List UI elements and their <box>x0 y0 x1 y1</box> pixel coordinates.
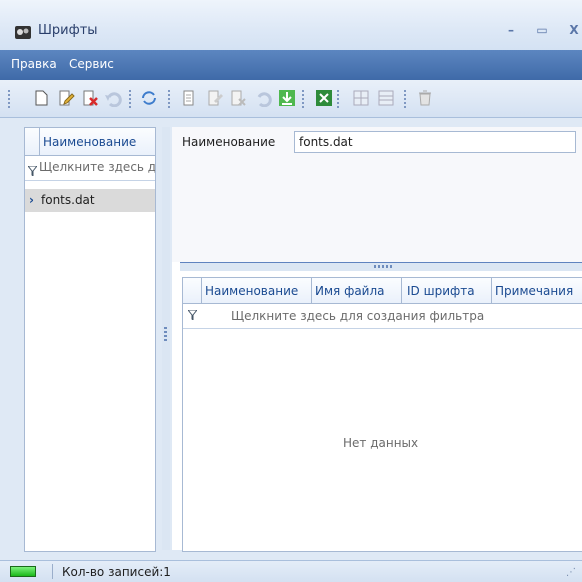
menu-service[interactable]: Сервис <box>69 57 114 71</box>
empty-message: Нет данных <box>343 436 419 450</box>
toolbar-separator <box>337 90 339 108</box>
toolbar <box>0 80 582 118</box>
trash-icon[interactable] <box>416 89 434 107</box>
insert-row-icon[interactable] <box>352 89 370 107</box>
column-divider <box>491 278 492 303</box>
doc-icon[interactable] <box>229 89 247 107</box>
list-item-label: fonts.dat <box>41 193 95 207</box>
edit-icon[interactable] <box>57 89 75 107</box>
excel-icon[interactable] <box>315 89 333 107</box>
vertical-splitter[interactable] <box>162 127 170 550</box>
toolbar-separator <box>129 90 131 108</box>
filter-placeholder: Щелкните здесь для создания фильтра <box>39 160 155 174</box>
column-divider <box>311 278 312 303</box>
splitter-grip-icon <box>374 265 394 268</box>
edit-doc-icon[interactable] <box>206 89 224 107</box>
filter-icon <box>188 310 197 320</box>
download-icon[interactable] <box>278 89 296 107</box>
record-count: Кол-во записей:1 <box>62 565 171 579</box>
grid-header: Наименование Имя файла ID шрифта Примеча… <box>183 278 582 304</box>
column-divider <box>401 278 402 303</box>
filter-placeholder: Щелкните здесь для создания фильтра <box>231 309 485 323</box>
row-selector-header <box>183 278 202 303</box>
status-led-icon <box>10 566 36 577</box>
column-header-name[interactable]: Наименование <box>205 284 309 298</box>
name-input[interactable]: fonts.dat <box>294 131 576 153</box>
close-button[interactable]: X <box>564 20 582 40</box>
filter-row[interactable]: Щелкните здесь для создания фильтра <box>25 156 155 181</box>
row-selector-header <box>25 128 40 155</box>
left-list-pane: Наименование Щелкните здесь для создания… <box>24 127 156 552</box>
title-bar: Шрифты – ▭ X <box>0 0 582 50</box>
refresh-icon[interactable] <box>140 89 158 107</box>
app-window: Шрифты – ▭ X Правка Сервис Наименование <box>0 0 582 582</box>
resize-grip-icon[interactable]: ⋰ <box>566 567 576 578</box>
delete-icon[interactable] <box>81 89 99 107</box>
status-bar: Кол-во записей:1 ⋰ <box>0 560 582 582</box>
undo-doc-icon[interactable] <box>254 89 272 107</box>
maximize-button[interactable]: ▭ <box>532 20 552 40</box>
window-title: Шрифты <box>38 23 98 38</box>
column-header-notes[interactable]: Примечания <box>495 284 581 298</box>
current-row-icon: › <box>29 193 34 207</box>
menu-bar: Правка Сервис <box>0 50 582 80</box>
detail-pane: Наименование fonts.dat Наименование Имя … <box>172 127 582 552</box>
menu-edit[interactable]: Правка <box>11 57 57 71</box>
column-header-font-id[interactable]: ID шрифта <box>407 284 489 298</box>
detail-form: Наименование fonts.dat <box>172 127 582 262</box>
status-divider <box>52 564 53 579</box>
toolbar-separator <box>8 90 10 108</box>
splitter-grip-icon <box>164 327 167 343</box>
name-label: Наименование <box>182 135 276 149</box>
list-item[interactable]: › fonts.dat <box>25 189 155 212</box>
column-header-filename[interactable]: Имя файла <box>315 284 403 298</box>
new-icon[interactable] <box>32 89 50 107</box>
horizontal-splitter[interactable] <box>180 262 582 271</box>
filter-row[interactable]: Щелкните здесь для создания фильтра <box>183 304 582 329</box>
delete-row-icon[interactable] <box>377 89 395 107</box>
minimize-button[interactable]: – <box>501 20 521 40</box>
toolbar-separator <box>302 90 304 108</box>
column-header-name[interactable]: Наименование <box>43 135 136 149</box>
left-list-header: Наименование <box>25 128 155 156</box>
app-icon <box>15 26 31 39</box>
filter-icon <box>28 166 37 176</box>
undo-icon[interactable] <box>104 89 122 107</box>
toolbar-separator <box>404 90 406 108</box>
copy-icon[interactable] <box>180 89 198 107</box>
fonts-grid: Наименование Имя файла ID шрифта Примеча… <box>182 277 582 552</box>
toolbar-separator <box>168 90 170 108</box>
